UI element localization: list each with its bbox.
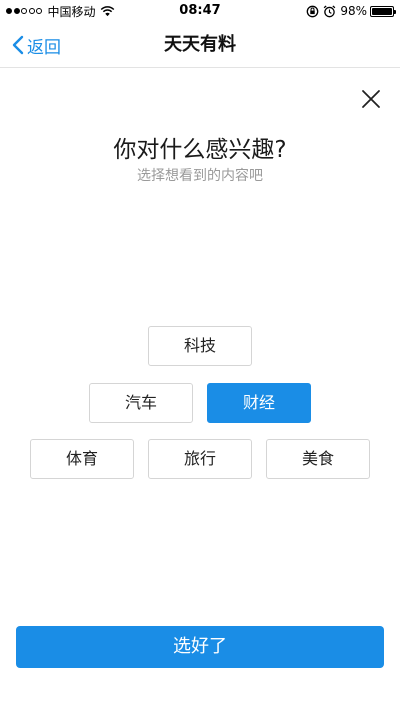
chevron-left-icon: [12, 35, 24, 55]
battery-icon: [370, 5, 396, 17]
status-right: 98%: [306, 3, 396, 19]
back-button[interactable]: 返回: [12, 22, 61, 68]
tag-sports[interactable]: 体育: [30, 439, 134, 479]
alarm-icon: [324, 4, 336, 17]
tag-tech[interactable]: 科技: [148, 326, 252, 366]
rotation-lock-icon: [306, 5, 319, 17]
status-bar: 中国移动 08:47 98%: [0, 0, 400, 22]
tag-food[interactable]: 美食: [266, 439, 370, 479]
battery-level: [372, 7, 392, 15]
page-title: 你对什么感兴趣?: [113, 137, 287, 163]
confirm-button[interactable]: 选好了: [16, 626, 384, 668]
tag-finance[interactable]: 财经: [207, 383, 311, 423]
tag-travel[interactable]: 旅行: [148, 439, 252, 479]
battery-percent: 98%: [340, 4, 367, 18]
tag-auto[interactable]: 汽车: [89, 383, 193, 423]
close-icon: [362, 90, 380, 108]
back-label: 返回: [27, 37, 61, 58]
close-button[interactable]: [358, 86, 384, 112]
nav-bar: 天天有料 返回: [0, 22, 400, 68]
page-subtitle: 选择想看到的内容吧: [137, 168, 263, 184]
